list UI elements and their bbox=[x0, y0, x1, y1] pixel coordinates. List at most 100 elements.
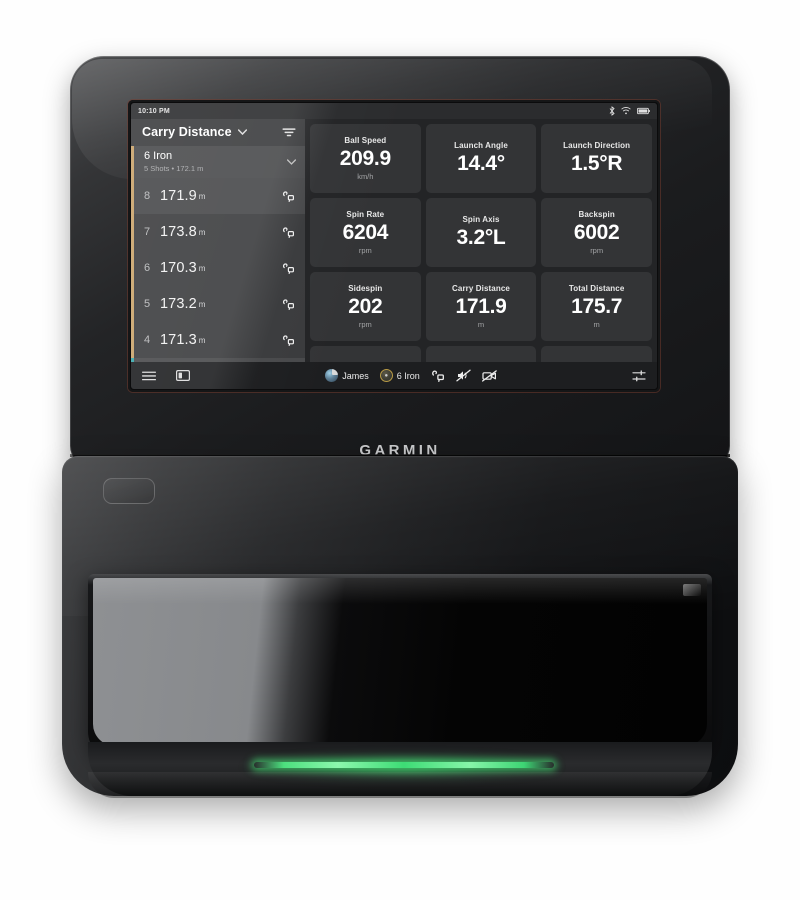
club-summary: 5 Shots • 172.1 m bbox=[144, 164, 204, 173]
metric-value: 6204 bbox=[342, 221, 389, 244]
metric-card[interactable]: Launch Direction 1.5°R bbox=[541, 124, 652, 193]
sensor-glass-highlight bbox=[683, 584, 701, 596]
shots-panel: Carry Distance 6 Iron 5 Shots • 172.1 m … bbox=[131, 119, 305, 362]
club-group-text: 6 Iron 5 Shots • 172.1 m bbox=[144, 150, 283, 174]
power-button[interactable] bbox=[103, 478, 155, 504]
shot-unit: m bbox=[198, 227, 206, 237]
metric-card[interactable]: Backspin 6002 rpm bbox=[541, 198, 652, 267]
screen-body: Carry Distance 6 Iron 5 Shots • 172.1 m … bbox=[131, 119, 657, 362]
shot-unit: m bbox=[198, 191, 206, 201]
club-name: 6 Iron bbox=[144, 150, 173, 162]
metric-value: 209.9 bbox=[339, 147, 391, 170]
metric-value: 3.2°L bbox=[456, 226, 506, 249]
player-name: James bbox=[342, 370, 369, 381]
metric-value: 175.7 bbox=[571, 295, 623, 318]
shot-row[interactable]: 4 171.3 m bbox=[131, 322, 305, 358]
toolbar-center-group: James ● 6 Iron bbox=[325, 369, 497, 382]
metric-card[interactable]: Apex Height bbox=[310, 346, 421, 362]
metrics-grid: Ball Speed 209.9 km/h Launch Angle 14.4°… bbox=[305, 119, 657, 362]
metric-value: 6002 bbox=[573, 221, 620, 244]
metric-label: Sidespin bbox=[348, 284, 383, 293]
club-accent-bar bbox=[131, 358, 134, 362]
shot-distance: 171.3 bbox=[160, 332, 197, 348]
video-muted-icon[interactable] bbox=[481, 369, 497, 382]
shot-unit: m bbox=[198, 299, 206, 309]
shot-number: 8 bbox=[144, 190, 151, 202]
metric-label: Total Distance bbox=[568, 284, 625, 293]
metric-unit: m bbox=[593, 320, 600, 329]
metric-card[interactable]: Ball Speed 209.9 km/h bbox=[310, 124, 421, 193]
metric-value: 202 bbox=[348, 295, 383, 318]
metric-card[interactable]: Total Distance 175.7 m bbox=[541, 272, 652, 341]
metric-card[interactable]: Spin Rate 6204 rpm bbox=[310, 198, 421, 267]
club-group-header[interactable]: Pitching Wedge 3 Shots • 123.7 m bbox=[131, 358, 305, 362]
audio-muted-icon[interactable] bbox=[456, 369, 471, 382]
hamburger-menu-icon[interactable] bbox=[142, 371, 156, 381]
metric-card[interactable]: Sidespin 202 rpm bbox=[310, 272, 421, 341]
sensor-glass bbox=[93, 578, 707, 746]
sensor-panel-frame bbox=[88, 574, 712, 758]
metric-label: Spin Axis bbox=[462, 215, 500, 224]
metric-unit: rpm bbox=[358, 320, 372, 329]
metric-label: Ball Speed bbox=[344, 136, 387, 145]
battery-icon bbox=[637, 107, 650, 115]
chevron-down-icon[interactable] bbox=[237, 129, 247, 135]
swing-path-icon[interactable] bbox=[282, 262, 295, 274]
player-chip[interactable]: James bbox=[325, 369, 369, 382]
swing-path-icon[interactable] bbox=[282, 298, 295, 310]
sliders-settings-icon[interactable] bbox=[632, 369, 646, 382]
bluetooth-icon bbox=[609, 106, 615, 116]
metric-card[interactable]: Carry Deviation bbox=[425, 346, 537, 362]
metric-unit: m bbox=[477, 320, 485, 329]
shot-row[interactable]: 6 170.3 m bbox=[131, 250, 305, 286]
metric-label: Launch Direction bbox=[563, 141, 631, 150]
shot-number: 7 bbox=[144, 226, 151, 238]
metric-label: Backspin bbox=[578, 210, 615, 219]
metric-card[interactable]: Spin Axis 3.2°L bbox=[425, 198, 537, 267]
metric-card[interactable]: Carry Distance 171.9 m bbox=[425, 272, 537, 341]
metric-card[interactable]: Total Deviation bbox=[541, 346, 652, 362]
status-bar: 10:10 PM bbox=[131, 103, 657, 119]
shots-panel-header: Carry Distance bbox=[131, 119, 305, 146]
avatar bbox=[325, 369, 339, 382]
shot-accent-bar bbox=[131, 322, 134, 358]
shot-row[interactable]: 7 173.8 m bbox=[131, 214, 305, 250]
shot-unit: m bbox=[198, 263, 206, 273]
shot-distance: 170.3 bbox=[160, 260, 197, 276]
metric-label: Carry Distance bbox=[452, 284, 510, 293]
toolbar-left-group bbox=[142, 370, 190, 381]
garmin-launch-monitor-device: 10:10 PM Carry Distance 6 Iron 5 Shots •… bbox=[62, 56, 738, 798]
screenshot-stage: 10:10 PM Carry Distance 6 Iron 5 Shots •… bbox=[0, 0, 800, 900]
swing-path-icon[interactable] bbox=[431, 369, 445, 382]
club-group-header[interactable]: 6 Iron 5 Shots • 172.1 m bbox=[131, 146, 305, 178]
shot-accent-bar bbox=[131, 286, 134, 322]
swing-path-icon[interactable] bbox=[282, 334, 295, 346]
shot-number: 6 bbox=[144, 262, 151, 274]
metric-label: Launch Angle bbox=[454, 141, 508, 150]
shot-row[interactable]: 8 171.9 m bbox=[131, 178, 305, 214]
status-icon-group bbox=[609, 106, 650, 116]
shots-list[interactable]: 6 Iron 5 Shots • 172.1 m 8 171.9 m 7 173… bbox=[131, 146, 305, 362]
club-name-label: 6 Iron bbox=[396, 370, 420, 381]
shot-unit: m bbox=[198, 335, 206, 345]
metric-value: 1.5°R bbox=[571, 152, 623, 175]
club-accent-bar bbox=[131, 146, 134, 178]
shot-row[interactable]: 5 173.2 m bbox=[131, 286, 305, 322]
swing-path-icon[interactable] bbox=[282, 190, 295, 202]
shot-accent-bar bbox=[131, 178, 134, 214]
status-clock: 10:10 PM bbox=[138, 107, 170, 115]
metric-card[interactable]: Launch Angle 14.4° bbox=[425, 124, 537, 193]
swing-path-icon[interactable] bbox=[282, 226, 295, 238]
panel-layout-icon[interactable] bbox=[176, 370, 190, 381]
bottom-toolbar: James ● 6 Iron bbox=[131, 362, 657, 389]
shot-number: 4 bbox=[144, 334, 151, 346]
club-chip[interactable]: ● 6 Iron bbox=[379, 369, 420, 382]
chevron-collapse-icon[interactable] bbox=[283, 159, 296, 165]
filter-icon[interactable] bbox=[282, 127, 296, 138]
sort-mode-label[interactable]: Carry Distance bbox=[142, 125, 232, 139]
metric-label: Spin Rate bbox=[346, 210, 385, 219]
shot-accent-bar bbox=[131, 214, 134, 250]
shot-distance: 173.8 bbox=[160, 224, 197, 240]
metric-unit: rpm bbox=[590, 246, 604, 255]
shot-distance: 171.9 bbox=[160, 188, 197, 204]
